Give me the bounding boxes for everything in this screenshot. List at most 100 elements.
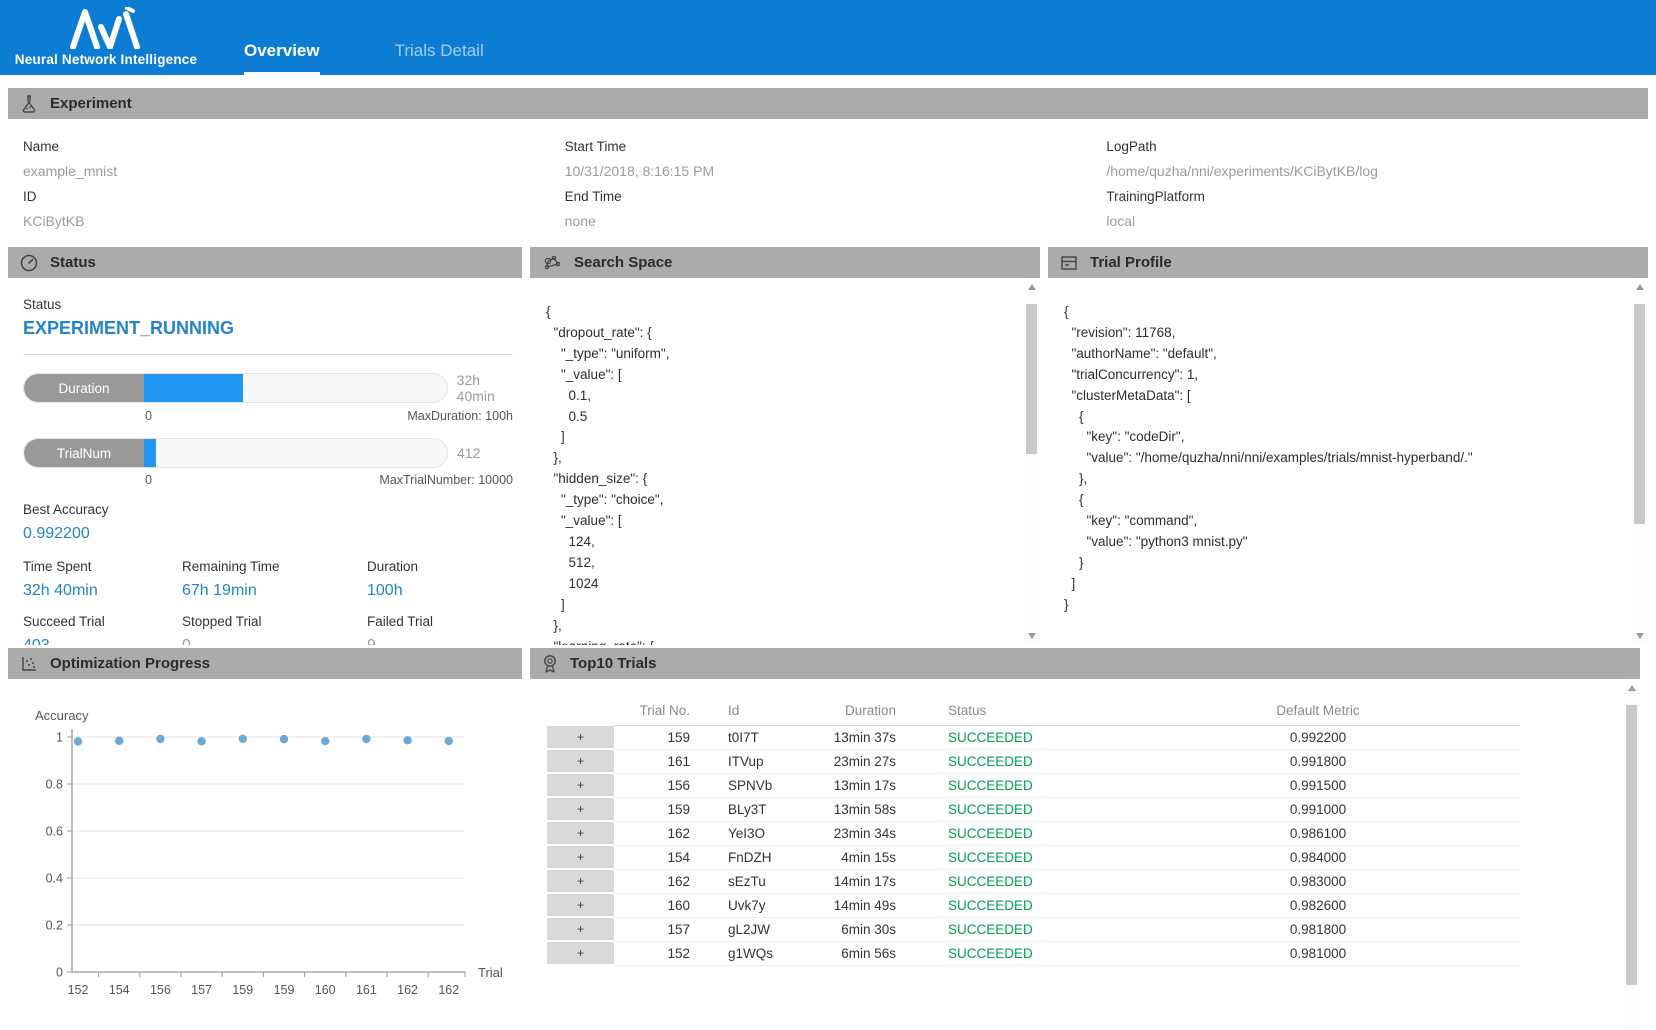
- top-trials-body: +159t0I7T13min 37sSUCCEEDED0.992200+161I…: [547, 726, 1520, 966]
- medal-icon: [541, 653, 559, 675]
- expand-row-button[interactable]: +: [547, 870, 614, 894]
- profile-box-icon: [1059, 253, 1079, 273]
- nni-logo[interactable]: Neural Network Intelligence: [0, 7, 212, 75]
- scroll-thumb[interactable]: [1026, 304, 1037, 454]
- status-cell: SUCCEEDED: [926, 750, 1116, 774]
- scroll-up-icon[interactable]: [1628, 685, 1636, 691]
- stopped-trial-label: Stopped Trial: [182, 614, 367, 629]
- trial-no-cell: 159: [614, 726, 706, 750]
- expand-row-button[interactable]: +: [547, 846, 614, 870]
- column-header: Status: [926, 696, 1116, 726]
- expand-column-header: [547, 696, 614, 726]
- experiment-fields: Name example_mnist ID KCiBytKB Start Tim…: [8, 119, 1648, 245]
- expand-row-button[interactable]: +: [547, 894, 614, 918]
- duration-bar-label: Duration: [24, 374, 144, 402]
- expand-row-button[interactable]: +: [547, 774, 614, 798]
- duration-cell: 13min 17s: [816, 774, 926, 798]
- status-cell: SUCCEEDED: [926, 894, 1116, 918]
- svg-text:Accuracy: Accuracy: [35, 708, 89, 723]
- scroll-up-icon[interactable]: [1028, 284, 1036, 290]
- column-header: Duration: [816, 696, 926, 726]
- trialnum-bar-label: TrialNum: [24, 439, 144, 467]
- duration-cell: 6min 30s: [816, 918, 926, 942]
- trial-id-cell: t0I7T: [706, 726, 816, 750]
- scroll-thumb[interactable]: [1626, 705, 1637, 985]
- status-header: Status: [8, 247, 522, 278]
- svg-text:157: 157: [191, 983, 212, 997]
- stopped-trial-value: 0: [182, 637, 367, 645]
- expand-row-button[interactable]: +: [547, 918, 614, 942]
- trial-profile-scrollbar[interactable]: [1631, 278, 1648, 645]
- trial-id-cell: gL2JW: [706, 918, 816, 942]
- status-metrics: Time Spent 32h 40min Remaining Time 67h …: [23, 559, 522, 645]
- svg-text:0.6: 0.6: [46, 825, 63, 839]
- column-header: Default Metric: [1116, 696, 1520, 726]
- duration-bar-track: [144, 374, 447, 402]
- succeed-trial-value: 403: [23, 637, 182, 645]
- tab-overview[interactable]: Overview: [244, 41, 320, 75]
- svg-text:154: 154: [109, 983, 130, 997]
- scroll-down-icon[interactable]: [1028, 633, 1036, 639]
- scroll-down-icon[interactable]: [1636, 633, 1644, 639]
- trial-id-cell: YeI3O: [706, 822, 816, 846]
- experiment-col-3: LogPath /home/quzha/nni/experiments/KCiB…: [1106, 129, 1648, 229]
- flask-icon: [19, 94, 39, 114]
- start-time-label: Start Time: [565, 139, 1107, 154]
- trial-no-cell: 156: [614, 774, 706, 798]
- expand-row-button[interactable]: +: [547, 822, 614, 846]
- trial-no-cell: 160: [614, 894, 706, 918]
- metric-cell: 0.991000: [1116, 798, 1520, 822]
- top-trials-scrollbar[interactable]: [1623, 679, 1640, 1030]
- table-row: +160Uvk7y14min 49sSUCCEEDED0.982600: [547, 894, 1520, 918]
- brand-text: Neural Network Intelligence: [15, 52, 197, 67]
- expand-row-button[interactable]: +: [547, 750, 614, 774]
- tab-trials-detail[interactable]: Trials Detail: [395, 41, 484, 75]
- id-label: ID: [23, 189, 565, 204]
- table-row: +159BLy3T13min 58sSUCCEEDED0.991000: [547, 798, 1520, 822]
- top-trials-title: Top10 Trials: [570, 655, 656, 672]
- duration-cell: 13min 58s: [816, 798, 926, 822]
- metric-cell: 0.983000: [1116, 870, 1520, 894]
- expand-row-button[interactable]: +: [547, 726, 614, 750]
- scroll-up-icon[interactable]: [1636, 284, 1644, 290]
- experiment-header: Experiment: [8, 88, 1648, 119]
- scatter-plot-icon: [19, 654, 39, 674]
- top-trials-table: Trial No.IdDurationStatusDefault Metric …: [547, 696, 1520, 966]
- search-space-scrollbar[interactable]: [1023, 278, 1040, 645]
- status-value: EXPERIMENT_RUNNING: [23, 318, 522, 339]
- succeed-trial-label: Succeed Trial: [23, 614, 182, 629]
- top-nav: Neural Network Intelligence Overview Tri…: [0, 0, 1656, 75]
- search-space-panel: Search Space { "dropout_rate": { "_type"…: [530, 247, 1040, 645]
- status-cell: SUCCEEDED: [926, 870, 1116, 894]
- status-cell: SUCCEEDED: [926, 846, 1116, 870]
- svg-text:0.2: 0.2: [46, 919, 63, 933]
- nav-tabs: Overview Trials Detail: [244, 41, 484, 75]
- optimization-chart: Accuracy00.20.40.60.81152154156157159159…: [8, 679, 522, 1019]
- optimization-title: Optimization Progress: [50, 655, 210, 672]
- trial-profile-header: Trial Profile: [1048, 247, 1648, 278]
- metric-cell: 0.991800: [1116, 750, 1520, 774]
- end-time-value: none: [565, 213, 1107, 229]
- column-header: Trial No.: [614, 696, 706, 726]
- expand-row-button[interactable]: +: [547, 798, 614, 822]
- duration-cell: 23min 27s: [816, 750, 926, 774]
- table-row: +162YeI3O23min 34sSUCCEEDED0.986100: [547, 822, 1520, 846]
- svg-text:0.4: 0.4: [46, 872, 63, 886]
- scroll-thumb[interactable]: [1634, 304, 1645, 524]
- trial-id-cell: BLy3T: [706, 798, 816, 822]
- duration-value: 100h: [367, 582, 522, 600]
- metric-cell: 0.981800: [1116, 918, 1520, 942]
- svg-text:159: 159: [232, 983, 253, 997]
- svg-text:Trial: Trial: [478, 965, 503, 980]
- duration-cell: 23min 34s: [816, 822, 926, 846]
- svg-text:1: 1: [56, 731, 63, 745]
- best-accuracy-label: Best Accuracy: [23, 502, 522, 517]
- svg-text:162: 162: [438, 983, 459, 997]
- svg-text:160: 160: [315, 983, 336, 997]
- expand-row-button[interactable]: +: [547, 942, 614, 966]
- duration-bar-max: MaxDuration: 100h: [407, 409, 513, 423]
- trialnum-progress: TrialNum 412: [23, 438, 522, 468]
- start-time-value: 10/31/2018, 8:16:15 PM: [565, 163, 1107, 179]
- status-cell: SUCCEEDED: [926, 822, 1116, 846]
- remaining-time-value: 67h 19min: [182, 582, 367, 600]
